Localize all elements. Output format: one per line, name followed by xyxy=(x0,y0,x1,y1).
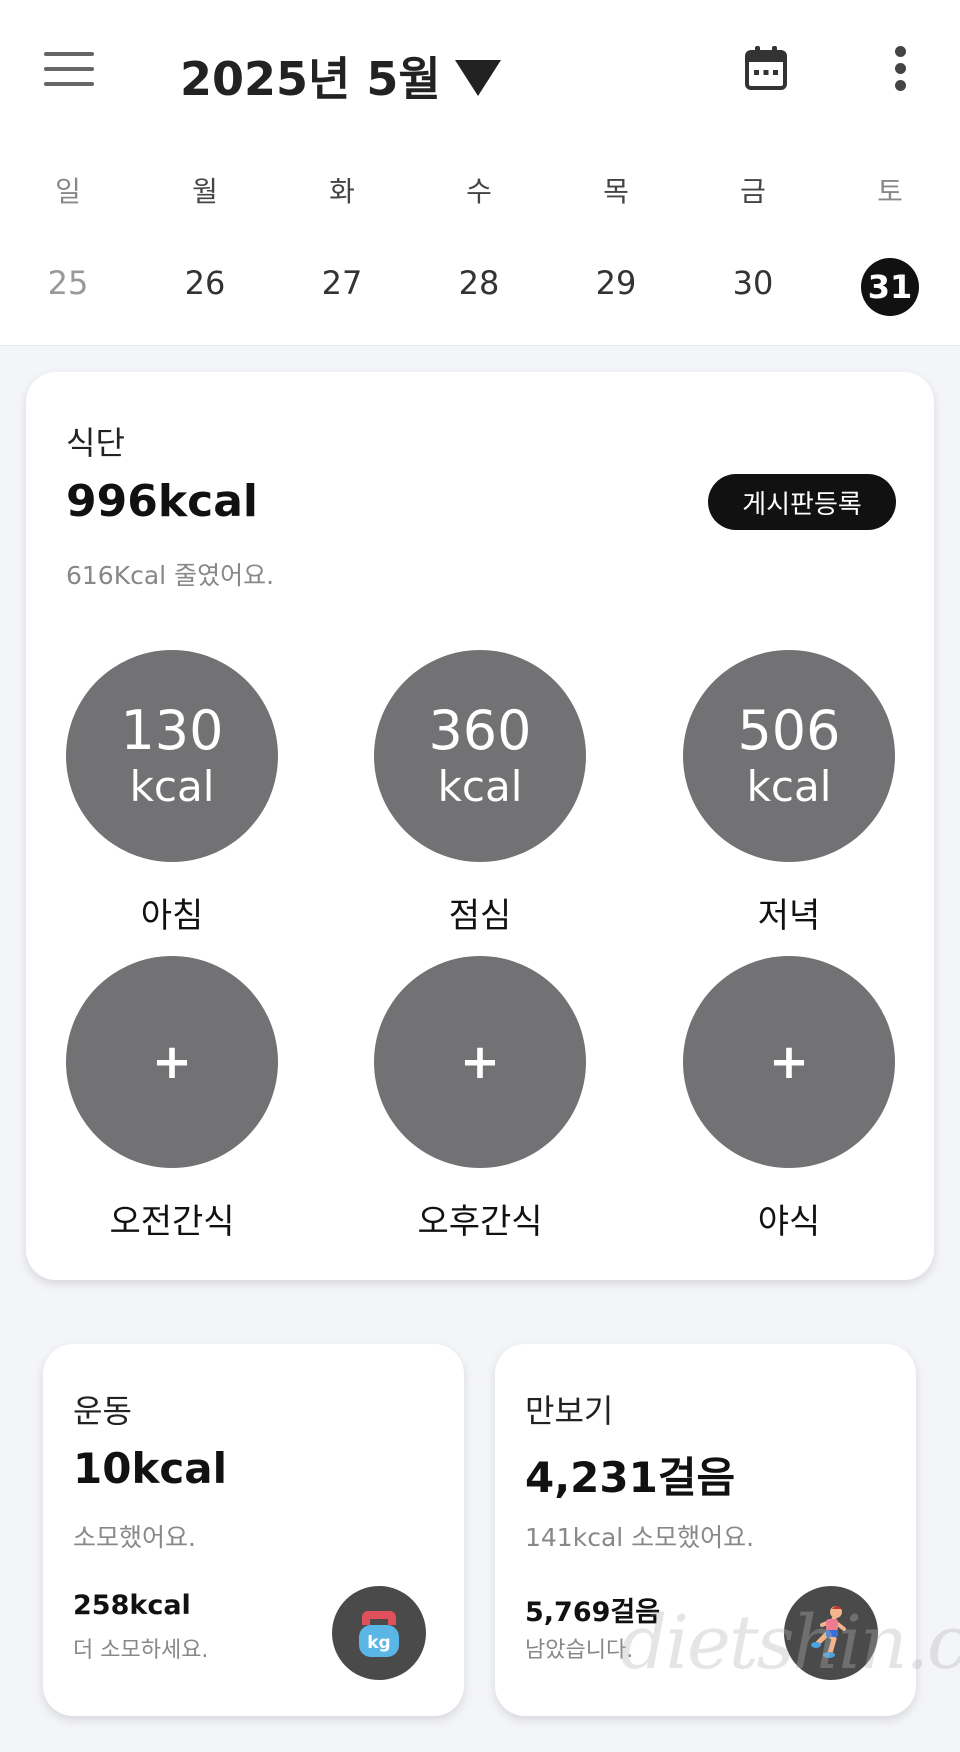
date-cell[interactable]: 29 xyxy=(566,264,666,302)
meal-circle[interactable]: 130 kcal xyxy=(66,650,278,862)
meal-name: 오전간식 xyxy=(109,1202,235,1242)
meal-name: 야식 xyxy=(757,1202,821,1242)
meal-breakfast: 130 kcal 아침 xyxy=(66,650,278,937)
weekday-tue: 화 xyxy=(329,175,355,208)
weekday-header: 일 월 화 수 목 금 토 xyxy=(0,170,960,220)
exercise-label: 운동 xyxy=(73,1392,132,1430)
plus-icon: + xyxy=(459,1034,501,1090)
add-meal-button[interactable]: + xyxy=(683,956,895,1168)
weekday-thu: 목 xyxy=(603,175,629,208)
meal-night-snack: + 야식 xyxy=(683,956,895,1243)
exercise-note: 소모했어요. xyxy=(73,1523,196,1552)
exercise-burned-kcal: 10kcal xyxy=(73,1444,228,1493)
meal-kcal-unit: kcal xyxy=(437,762,523,811)
meal-lunch: 360 kcal 점심 xyxy=(374,650,586,937)
meal-morning-snack: + 오전간식 xyxy=(66,956,278,1243)
weekday-mon: 월 xyxy=(192,175,218,208)
meal-name: 저녁 xyxy=(757,896,821,936)
board-register-button[interactable]: 게시판등록 xyxy=(708,474,896,530)
diet-card[interactable]: 식단 996kcal 게시판등록 616Kcal 줄였어요. 130 kcal … xyxy=(26,372,934,1280)
step-count: 4,231걸음 xyxy=(525,1453,736,1502)
meal-afternoon-snack: + 오후간식 xyxy=(374,956,586,1243)
exercise-shortcut[interactable]: kg xyxy=(332,1586,426,1680)
meal-kcal-value: 360 xyxy=(428,699,532,762)
month-label: 2025년 5월 xyxy=(180,52,441,106)
weekday-fri: 금 xyxy=(740,175,766,208)
add-meal-button[interactable]: + xyxy=(374,956,586,1168)
weekday-sun: 일 xyxy=(55,175,81,208)
date-cell[interactable]: 25 xyxy=(18,264,118,302)
plus-icon: + xyxy=(768,1034,810,1090)
meal-kcal-unit: kcal xyxy=(129,762,215,811)
pedometer-label: 만보기 xyxy=(525,1392,614,1430)
date-cell[interactable]: 26 xyxy=(155,264,255,302)
diet-total-kcal: 996kcal xyxy=(66,476,258,527)
diet-label: 식단 xyxy=(66,424,125,462)
meal-circle[interactable]: 360 kcal xyxy=(374,650,586,862)
exercise-remaining-kcal: 258kcal xyxy=(73,1590,191,1621)
watermark: dietshin.com xyxy=(620,1600,960,1686)
steps-remaining-note: 남았습니다. xyxy=(525,1638,634,1663)
meal-name: 아침 xyxy=(140,896,204,936)
calendar-icon[interactable] xyxy=(744,44,788,92)
meal-circle[interactable]: 506 kcal xyxy=(683,650,895,862)
meal-kcal-value: 506 xyxy=(737,699,841,762)
kettlebell-label: kg xyxy=(367,1633,390,1653)
meal-name: 점심 xyxy=(448,896,512,936)
weekday-sat: 토 xyxy=(877,175,903,208)
meal-name: 오후간식 xyxy=(417,1202,543,1242)
add-meal-button[interactable]: + xyxy=(66,956,278,1168)
date-cell[interactable]: 28 xyxy=(429,264,529,302)
steps-note: 141kcal 소모했어요. xyxy=(525,1523,755,1552)
more-options-icon[interactable] xyxy=(888,46,912,92)
date-cell[interactable]: 27 xyxy=(292,264,392,302)
diet-note: 616Kcal 줄였어요. xyxy=(66,561,275,590)
date-cell-selected[interactable]: 31 xyxy=(861,258,919,316)
exercise-card[interactable]: 운동 10kcal 소모했어요. 258kcal 더 소모하세요. kg xyxy=(43,1344,464,1716)
plus-icon: + xyxy=(151,1034,193,1090)
caret-down-icon xyxy=(454,60,501,96)
menu-icon[interactable] xyxy=(44,52,94,92)
meal-kcal-unit: kcal xyxy=(746,762,832,811)
exercise-remaining-note: 더 소모하세요. xyxy=(73,1638,209,1663)
month-selector[interactable]: 2025년 5월 xyxy=(180,40,501,112)
kettlebell-icon: kg xyxy=(359,1611,399,1657)
meal-dinner: 506 kcal 저녁 xyxy=(683,650,895,937)
top-bar: 2025년 5월 일 월 화 수 목 금 토 25 26 27 28 29 30… xyxy=(0,0,960,346)
meal-kcal-value: 130 xyxy=(120,699,224,762)
date-cell[interactable]: 30 xyxy=(703,264,803,302)
weekday-wed: 수 xyxy=(466,175,492,208)
week-dates: 25 26 27 28 29 30 31 xyxy=(0,258,960,318)
